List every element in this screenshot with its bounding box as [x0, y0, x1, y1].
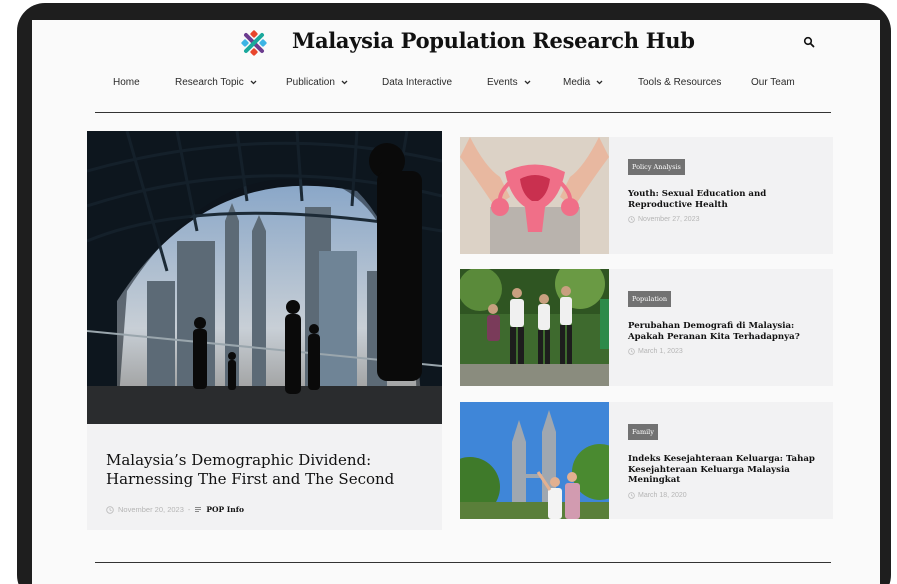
main-nav: Home Research Topic Publication Data Int… [32, 77, 880, 93]
clock-icon [106, 505, 114, 514]
article-card-title[interactable]: Youth: Sexual Education and Reproductive… [628, 189, 824, 210]
featured-article-image[interactable] [87, 131, 442, 424]
nav-item-label: Our Team [751, 77, 795, 88]
category-tag[interactable]: Population [628, 291, 672, 307]
nav-item-label: Events [487, 77, 518, 88]
category-tag[interactable]: Policy Analysis [628, 159, 685, 175]
article-card[interactable]: Family Indeks Kesejahteraan Keluarga: Ta… [460, 402, 833, 519]
article-card-date: November 27, 2023 [638, 216, 700, 223]
nav-item-data-interactive[interactable]: Data Interactive [382, 77, 452, 88]
article-card[interactable]: Population Perubahan Demografi di Malays… [460, 269, 833, 386]
logo-icon[interactable] [241, 30, 267, 56]
featured-article-date: November 20, 2023 [118, 505, 184, 514]
clock-icon [628, 492, 635, 499]
nav-item-publication[interactable]: Publication [286, 77, 348, 88]
nav-item-research-topic[interactable]: Research Topic [175, 77, 257, 88]
article-card-date: March 1, 2023 [638, 348, 683, 355]
nav-divider [95, 112, 831, 113]
article-card-meta: March 18, 2020 [628, 492, 687, 499]
nav-item-our-team[interactable]: Our Team [751, 77, 795, 88]
chevron-down-icon [596, 80, 603, 85]
article-card-title[interactable]: Perubahan Demografi di Malaysia: Apakah … [628, 321, 824, 342]
featured-article[interactable]: Malaysia’s Demographic Dividend: Harness… [87, 131, 442, 530]
section-divider [95, 562, 831, 563]
chevron-down-icon [341, 80, 348, 85]
clock-icon [628, 348, 635, 355]
list-icon [195, 506, 202, 512]
article-card-image[interactable] [460, 269, 609, 386]
article-card-image[interactable] [460, 137, 609, 254]
article-card-image[interactable] [460, 402, 609, 519]
site-title[interactable]: Malaysia Population Research Hub [292, 28, 695, 53]
article-card[interactable]: Policy Analysis Youth: Sexual Education … [460, 137, 833, 254]
nav-item-home[interactable]: Home [113, 77, 140, 88]
featured-article-author[interactable]: POP Info [206, 505, 244, 514]
nav-item-tools-resources[interactable]: Tools & Resources [638, 77, 721, 88]
article-card-title[interactable]: Indeks Kesejahteraan Keluarga: Tahap Kes… [628, 454, 824, 486]
nav-item-label: Home [113, 77, 140, 88]
article-card-date: March 18, 2020 [638, 492, 687, 499]
nav-item-label: Publication [286, 77, 335, 88]
featured-article-title[interactable]: Malaysia’s Demographic Dividend: Harness… [106, 451, 426, 489]
article-card-meta: November 27, 2023 [628, 216, 699, 223]
nav-item-label: Media [563, 77, 591, 88]
search-icon[interactable] [803, 36, 815, 48]
chevron-down-icon [524, 80, 531, 85]
nav-item-media[interactable]: Media [563, 77, 603, 88]
nav-item-label: Data Interactive [382, 77, 453, 88]
browser-viewport: Malaysia Population Research Hub Home Re… [32, 20, 880, 584]
nav-item-events[interactable]: Events [487, 77, 531, 88]
nav-item-label: Research Topic [175, 77, 244, 88]
article-card-meta: March 1, 2023 [628, 348, 683, 355]
chevron-down-icon [250, 80, 257, 85]
meta-separator: - [187, 505, 191, 514]
category-tag[interactable]: Family [628, 424, 658, 440]
featured-article-meta: November 20, 2023 - POP Info [106, 505, 244, 514]
nav-item-label: Tools & Resources [638, 77, 722, 88]
clock-icon [628, 216, 635, 223]
